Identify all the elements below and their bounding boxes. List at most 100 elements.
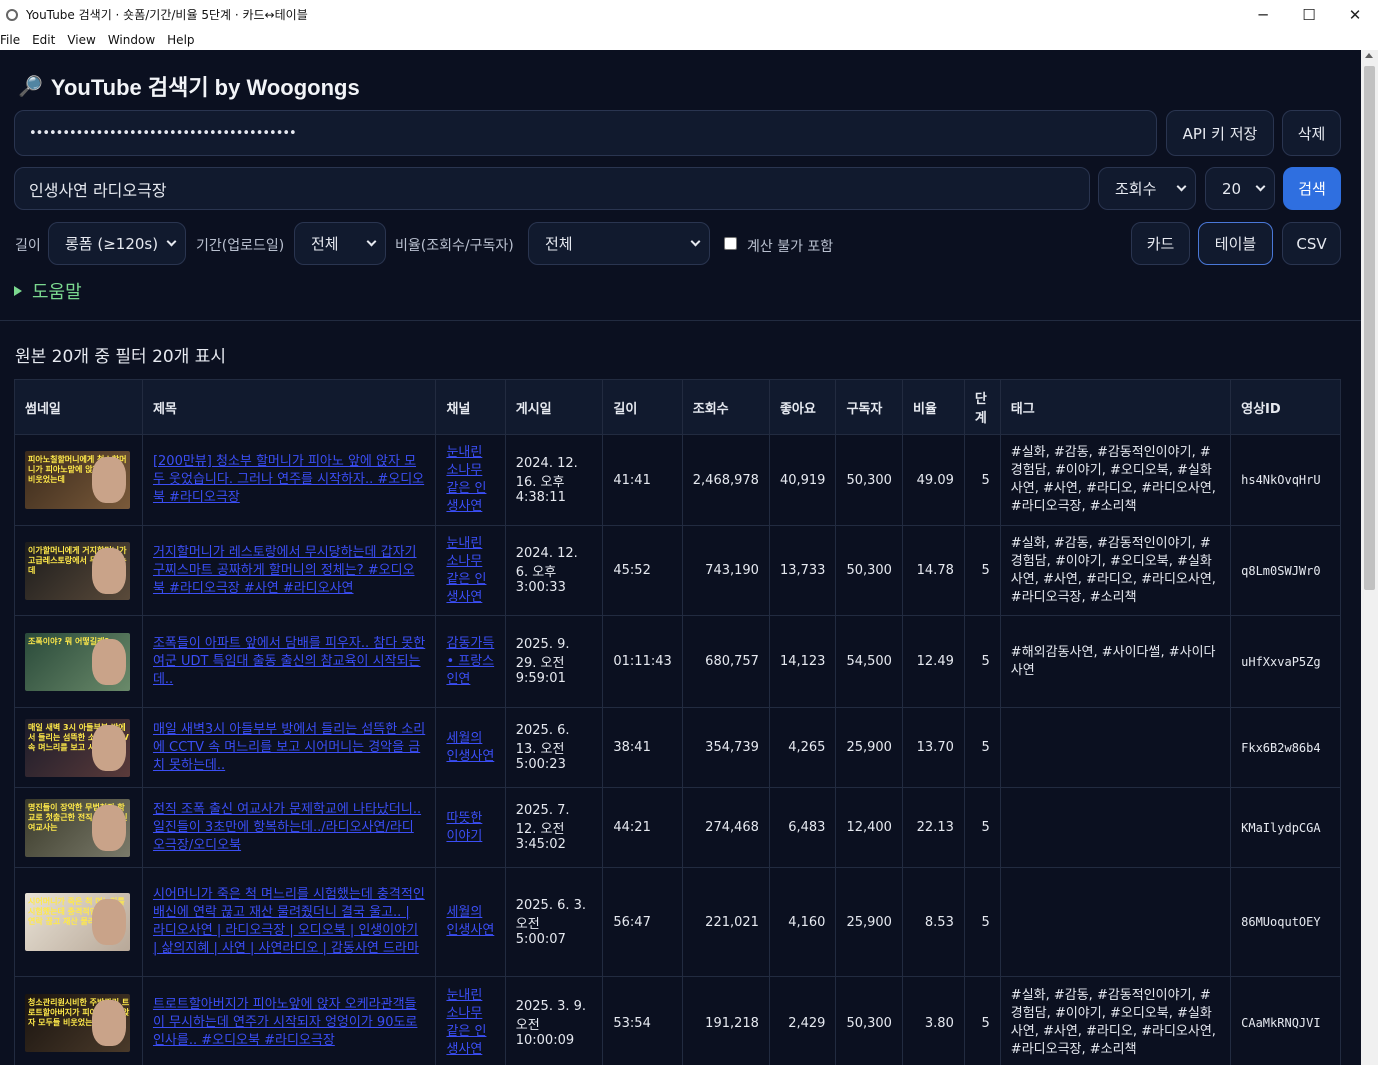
channel-link[interactable]: 따뜻한 이야기: [435, 787, 506, 868]
api-key-save-button[interactable]: API 키 저장: [1166, 110, 1274, 156]
like-count: 4,160: [768, 867, 837, 977]
subscriber-count: 12,400: [835, 787, 903, 868]
card-view-button[interactable]: 카드: [1131, 222, 1190, 265]
channel-link[interactable]: 눈내린 소나무 같은 인생사연: [435, 434, 506, 526]
csv-export-button[interactable]: CSV: [1282, 222, 1341, 265]
main-content: 🔎 YouTube 검색기 by Woogongs ••••••••••••••…: [0, 50, 1361, 1065]
subscriber-count: 54,500: [835, 615, 903, 708]
thumbnail-face: [92, 724, 126, 771]
menu-window[interactable]: Window: [106, 33, 161, 47]
help-toggle[interactable]: 도움말: [14, 278, 82, 304]
column-header-thumbnail[interactable]: 썸네일: [14, 379, 143, 435]
include-uncomputable-checkbox[interactable]: [724, 237, 737, 250]
video-id[interactable]: 86MUoqutOEY: [1230, 867, 1341, 977]
table-view-button[interactable]: 테이블: [1198, 222, 1273, 265]
video-id[interactable]: CAaMkRNQJVI: [1230, 976, 1341, 1065]
sort-select-value: 조회수: [1115, 180, 1157, 198]
sort-select[interactable]: 조회수: [1098, 167, 1196, 210]
video-title-link[interactable]: 시어머니가 죽은 척 며느리를 시험했는데 충격적인 배신에 연락 끊고 재산 …: [141, 867, 437, 977]
view-sub-ratio: 3.80: [901, 976, 965, 1065]
video-thumbnail[interactable]: 시어머니가 죽은 척 며느리를 시험했는데 충격적인 배신에 연락 끊고 재산 …: [25, 893, 130, 951]
video-length: 56:47: [602, 867, 683, 977]
close-button[interactable]: ✕: [1332, 0, 1378, 29]
expand-triangle-icon: [14, 286, 22, 296]
publish-date: 2025. 6. 13. 오전 5:00:23: [504, 707, 604, 788]
video-length: 53:54: [602, 976, 683, 1065]
video-id[interactable]: Fkx6B2w86b4: [1230, 707, 1341, 788]
subscriber-count: 25,900: [835, 707, 903, 788]
video-title-link[interactable]: [200만뷰] 청소부 할머니가 피아노 앞에 앉자 모두 웃었습니다. 그러나…: [141, 434, 437, 526]
vertical-scrollbar[interactable]: [1361, 50, 1378, 1065]
video-id[interactable]: q8Lm0SWJWr0: [1230, 525, 1341, 616]
search-query-input[interactable]: 인생사연 라디오극장: [14, 167, 1090, 210]
column-header-video-id[interactable]: 영상ID: [1230, 379, 1341, 435]
video-title-link[interactable]: 조폭들이 아파트 앞에서 담배를 피우자.. 참다 못한 여군 UDT 특임대 …: [141, 615, 437, 708]
chevron-down-icon: [366, 236, 377, 247]
view-count: 221,021: [681, 867, 770, 977]
column-header-stage[interactable]: 단계: [963, 379, 1001, 435]
channel-link[interactable]: 세월의 인생사연: [435, 867, 506, 977]
stage-value: 5: [963, 434, 1001, 526]
api-key-delete-button[interactable]: 삭제: [1282, 110, 1341, 156]
video-thumbnail[interactable]: 청소관리원시비한 주방관리 트로트할아버지가 피아노앞에 앉자 모두들 비웃었는…: [25, 994, 130, 1052]
view-count: 354,739: [681, 707, 770, 788]
thumbnail-face: [92, 804, 126, 851]
column-header-channel[interactable]: 채널: [435, 379, 506, 435]
video-thumbnail[interactable]: 조폭이야? 뭐 어떻길래?: [25, 632, 130, 691]
tags-cell: [999, 787, 1232, 868]
publish-date: 2024. 12. 6. 오후 3:00:33: [504, 525, 604, 616]
menu-edit[interactable]: Edit: [30, 33, 61, 47]
column-header-length[interactable]: 길이: [602, 379, 683, 435]
period-filter-select[interactable]: 전체: [294, 222, 386, 265]
video-id[interactable]: uHfXxvaP5Zg: [1230, 615, 1341, 708]
menu-view[interactable]: View: [65, 33, 101, 47]
video-id[interactable]: KMaIlydpCGA: [1230, 787, 1341, 868]
result-count-select[interactable]: 20: [1205, 167, 1275, 210]
subscriber-count: 50,300: [835, 525, 903, 616]
thumbnail-cell: 이가할머니에게 거지할머니가 고급레스토랑에서 무시당하는데: [14, 525, 143, 616]
page-header: 🔎 YouTube 검색기 by Woogongs: [18, 70, 360, 102]
stage-value: 5: [963, 525, 1001, 616]
minimize-button[interactable]: ─: [1240, 0, 1286, 29]
subscriber-count: 50,300: [835, 976, 903, 1065]
view-count: 274,468: [681, 787, 770, 868]
video-title-link[interactable]: 전직 조폭 출신 여교사가 문제학교에 나타났더니.. 일진들이 3초만에 항복…: [141, 787, 437, 868]
menu-file[interactable]: File: [0, 33, 26, 47]
video-title-link[interactable]: 트로트할아버지가 피아노앞에 앉자 오케라관객들이 무시하는데 연주가 시작되자…: [141, 976, 437, 1065]
column-header-tags[interactable]: 태그: [999, 379, 1232, 435]
channel-link[interactable]: 세월의 인생사연: [435, 707, 506, 788]
video-title-link[interactable]: 매일 새벽3시 아들부부 방에서 들리는 섬뜩한 소리에 CCTV 속 며느리를…: [141, 707, 437, 788]
video-thumbnail[interactable]: 명진들이 장악한 무법천지 학교로 첫출근한 전직 조폭 출신 여교사는: [25, 798, 130, 857]
column-header-likes[interactable]: 좋아요: [768, 379, 837, 435]
view-sub-ratio: 12.49: [901, 615, 965, 708]
thumbnail-cell: 명진들이 장악한 무법천지 학교로 첫출근한 전직 조폭 출신 여교사는: [14, 787, 143, 868]
column-header-views[interactable]: 조회수: [681, 379, 770, 435]
api-key-input[interactable]: ••••••••••••••••••••••••••••••••••••••••: [14, 110, 1157, 156]
scroll-up-arrow-icon[interactable]: [1365, 53, 1373, 58]
video-thumbnail[interactable]: 피아노칠할머니에게 청소할머니가 피아노맡에 앉자 모두들 비웃었는데: [25, 451, 130, 509]
video-thumbnail[interactable]: 이가할머니에게 거지할머니가 고급레스토랑에서 무시당하는데: [25, 541, 130, 600]
video-thumbnail[interactable]: 매일 새벽 3시 아들부부 방에서 들리는 섬뜩한 소리 CCTV속 며느리를 …: [25, 718, 130, 777]
channel-link[interactable]: 감동가득 • 프랑스 인연: [435, 615, 506, 708]
video-title-link[interactable]: 거지할머니가 레스토랑에서 무시당하는데 갑자기 구찌스마트 공짜하게 할머니의…: [141, 525, 437, 616]
column-header-date[interactable]: 게시일: [504, 379, 604, 435]
view-count: 680,757: [681, 615, 770, 708]
menu-help[interactable]: Help: [165, 33, 200, 47]
length-filter-select[interactable]: 롱폼 (≥120s): [48, 222, 186, 265]
channel-link[interactable]: 눈내린 소나무 같은 인생사연: [435, 525, 506, 616]
search-button[interactable]: 검색: [1283, 167, 1341, 210]
view-count: 191,218: [681, 976, 770, 1065]
stage-value: 5: [963, 787, 1001, 868]
video-id[interactable]: hs4NkOvqHrU: [1230, 434, 1341, 526]
thumbnail-cell: 피아노칠할머니에게 청소할머니가 피아노맡에 앉자 모두들 비웃었는데: [14, 434, 143, 526]
column-header-subscribers[interactable]: 구독자: [835, 379, 903, 435]
channel-link[interactable]: 눈내린 소나무 같은 인생사연: [435, 976, 506, 1065]
column-header-title[interactable]: 제목: [141, 379, 437, 435]
maximize-button[interactable]: ☐: [1286, 0, 1332, 29]
ratio-filter-select[interactable]: 전체: [528, 222, 710, 265]
period-filter-label: 기간(업로드일): [196, 238, 285, 254]
column-header-ratio[interactable]: 비율: [901, 379, 965, 435]
tags-cell: #실화, #감동, #감동적인이야기, #경험담, #이야기, #오디오북, #…: [999, 525, 1232, 616]
scrollbar-thumb[interactable]: [1364, 66, 1375, 590]
table-row: 피아노칠할머니에게 청소할머니가 피아노맡에 앉자 모두들 비웃었는데 [200만…: [14, 434, 1341, 526]
